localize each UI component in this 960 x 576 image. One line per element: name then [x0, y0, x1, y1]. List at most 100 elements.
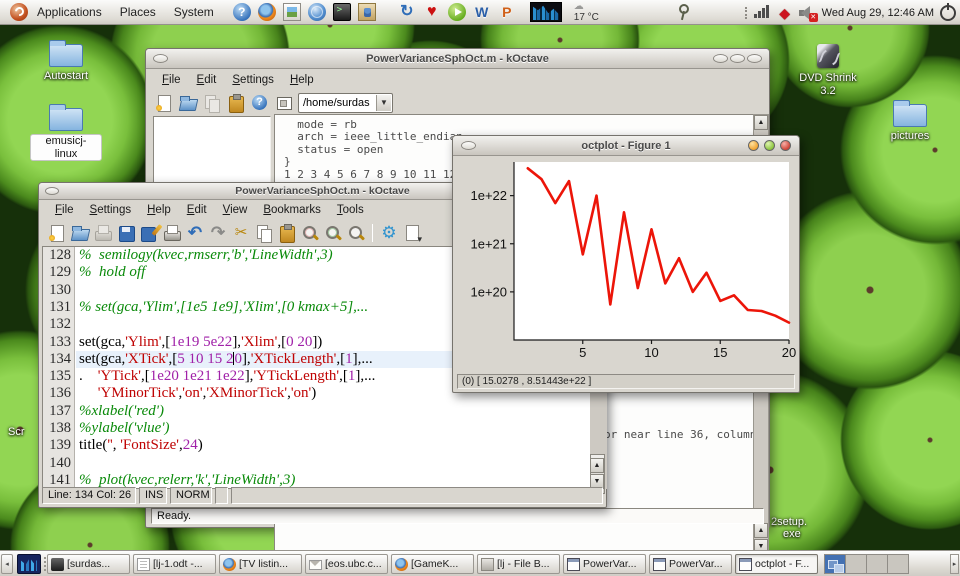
- insert-button[interactable]: [274, 93, 294, 113]
- task-button-4[interactable]: [GameK...: [391, 554, 474, 574]
- task-button-2[interactable]: [TV listin...: [219, 554, 302, 574]
- find-previous-button[interactable]: [346, 223, 366, 243]
- open-file-button[interactable]: [70, 223, 90, 243]
- editor-line-139[interactable]: 139title('', 'FontSize',24): [43, 437, 590, 454]
- task-button-8[interactable]: octplot - F...: [735, 554, 818, 574]
- weather-applet[interactable]: ☁ 17 °C: [574, 2, 599, 23]
- network-signal-icon[interactable]: [754, 6, 772, 20]
- power-button-icon[interactable]: [940, 5, 956, 21]
- desktop-icon-dvd-shrink-3-2[interactable]: DVD Shrink 3.2: [792, 40, 864, 97]
- menu-edit[interactable]: Edit: [179, 201, 215, 219]
- save-as-button[interactable]: [139, 223, 159, 243]
- help-launcher-icon[interactable]: [233, 3, 251, 21]
- find-button[interactable]: [300, 223, 320, 243]
- taskbar-expand-button[interactable]: ▸: [950, 554, 959, 574]
- menu-edit[interactable]: Edit: [189, 71, 225, 89]
- menu-view[interactable]: View: [215, 201, 256, 219]
- insert-mode-indicator[interactable]: INS: [139, 487, 167, 504]
- semilogy-plot[interactable]: 1e+201e+211e+225101520: [453, 156, 801, 374]
- menu-file[interactable]: File: [47, 201, 82, 219]
- document-list-button[interactable]: [402, 223, 422, 243]
- edit-mode-indicator[interactable]: NORM: [170, 487, 212, 504]
- ppoint-launcher-icon[interactable]: [498, 3, 516, 21]
- back-window-titlebar[interactable]: PowerVarianceSphOct.m - kOctave: [146, 49, 769, 69]
- maximize-button[interactable]: [730, 54, 745, 63]
- task-button-7[interactable]: PowerVar...: [649, 554, 732, 574]
- panel-collapse-button[interactable]: ◂: [1, 554, 13, 574]
- plug-applet-icon[interactable]: [677, 3, 687, 21]
- menu-applications[interactable]: Applications: [28, 5, 111, 19]
- open-file-button[interactable]: [178, 93, 198, 113]
- menu-help[interactable]: Help: [282, 71, 322, 89]
- heart-launcher-icon[interactable]: [423, 3, 441, 21]
- working-directory-combo[interactable]: /home/surdas ▼: [298, 93, 393, 113]
- photo-launcher-icon[interactable]: [283, 3, 301, 21]
- menu-settings[interactable]: Settings: [82, 201, 140, 219]
- workspace-2[interactable]: [845, 554, 867, 574]
- menu-file[interactable]: File: [154, 71, 189, 89]
- terminal-launcher-icon[interactable]: [333, 3, 351, 21]
- scroll-up-button[interactable]: ▲: [754, 523, 768, 538]
- workspace-3[interactable]: [866, 554, 888, 574]
- task-button-5[interactable]: [lj - File B...: [477, 554, 560, 574]
- undo-button[interactable]: [185, 223, 205, 243]
- print-button[interactable]: [162, 223, 182, 243]
- sync-launcher-icon[interactable]: [398, 3, 416, 21]
- configure-button[interactable]: [379, 223, 399, 243]
- close-button[interactable]: [780, 140, 791, 151]
- cut-button[interactable]: [231, 223, 251, 243]
- menu-system[interactable]: System: [165, 5, 223, 19]
- menu-bookmarks[interactable]: Bookmarks: [255, 201, 329, 219]
- close-button[interactable]: [747, 54, 762, 63]
- task-button-0[interactable]: [surdas...: [47, 554, 130, 574]
- toolbar-separator: [372, 224, 373, 242]
- package-launcher-icon[interactable]: [358, 3, 376, 21]
- menu-tools[interactable]: Tools: [329, 201, 372, 219]
- help-button[interactable]: [250, 93, 270, 113]
- editor-line-140[interactable]: 140: [43, 455, 590, 472]
- chevron-down-icon[interactable]: ▼: [376, 95, 391, 111]
- editor-line-137[interactable]: 137%xlabel('red'): [43, 403, 590, 420]
- menu-places[interactable]: Places: [111, 5, 165, 19]
- paste-button[interactable]: [277, 223, 297, 243]
- play-launcher-icon[interactable]: [448, 3, 466, 21]
- save-button[interactable]: [116, 223, 136, 243]
- word-launcher-icon[interactable]: [473, 3, 491, 21]
- gem-tray-icon[interactable]: [778, 6, 792, 20]
- copy-button[interactable]: [202, 93, 222, 113]
- desktop-icon-autostart[interactable]: Autostart: [30, 38, 102, 83]
- scroll-up-button[interactable]: ▲: [754, 115, 768, 130]
- globe-launcher-icon[interactable]: [308, 3, 326, 21]
- volume-muted-icon[interactable]: ✕: [798, 5, 816, 21]
- workspace-4[interactable]: [887, 554, 909, 574]
- menu-help[interactable]: Help: [139, 201, 179, 219]
- copy-button[interactable]: [254, 223, 274, 243]
- editor-line-138[interactable]: 138%ylabel('vlue'): [43, 420, 590, 437]
- new-file-button[interactable]: [47, 223, 67, 243]
- figure-titlebar[interactable]: octplot - Figure 1: [453, 136, 799, 156]
- distro-logo-icon[interactable]: [10, 3, 28, 21]
- task-button-1[interactable]: [lj-1.odt -...: [133, 554, 216, 574]
- task-button-3[interactable]: [eos.ubc.c...: [305, 554, 388, 574]
- minimize-button[interactable]: [748, 140, 759, 151]
- tray-handle[interactable]: [745, 7, 748, 19]
- find-next-button[interactable]: [323, 223, 343, 243]
- firefox-launcher-icon[interactable]: [258, 3, 276, 21]
- clock-label[interactable]: Wed Aug 29, 12:46 AM: [822, 7, 934, 19]
- maximize-button[interactable]: [764, 140, 775, 151]
- minimize-button[interactable]: [713, 54, 728, 63]
- desktop-icon-emusicj-linux[interactable]: emusicj-linux: [30, 102, 102, 162]
- histogram-app-icon[interactable]: [17, 554, 41, 574]
- print-preview-button[interactable]: [93, 223, 113, 243]
- paste-button[interactable]: [226, 93, 246, 113]
- new-file-button[interactable]: [154, 93, 174, 113]
- histogram-applet-icon[interactable]: [530, 2, 562, 22]
- workspace-1[interactable]: [824, 554, 846, 574]
- desktop-icon-pictures[interactable]: pictures: [874, 98, 946, 143]
- octplot-figure-window[interactable]: octplot - Figure 1 1e+201e+211e+22510152…: [452, 135, 800, 393]
- workspace-pager: [824, 554, 908, 574]
- task-button-6[interactable]: PowerVar...: [563, 554, 646, 574]
- redo-button[interactable]: [208, 223, 228, 243]
- menu-settings[interactable]: Settings: [224, 71, 282, 89]
- scroll-up-button[interactable]: ▲: [590, 458, 604, 473]
